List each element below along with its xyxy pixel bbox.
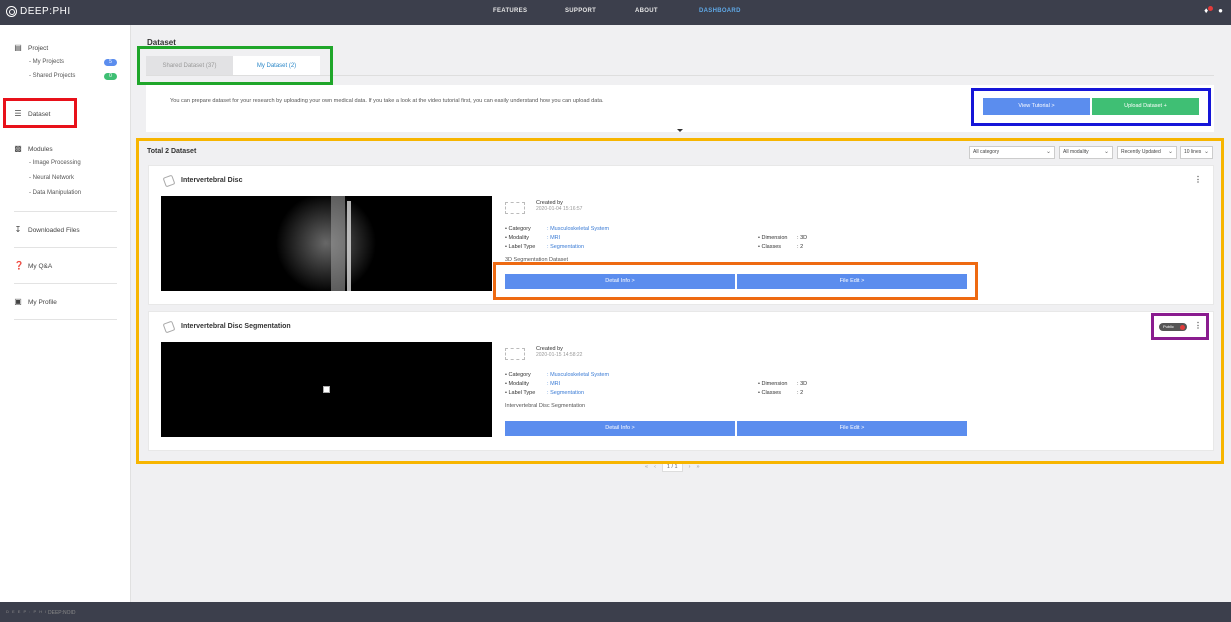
footer-logo: D E E P : P H I (6, 609, 48, 614)
sidebar-item-label: My Profile (28, 298, 57, 306)
sidebar-item-modules[interactable]: ▩ Modules (14, 144, 53, 153)
nav-support[interactable]: SUPPORT (565, 8, 596, 14)
highlight-box-green (137, 46, 333, 85)
next-page-icon[interactable]: › (689, 464, 691, 470)
sidebar-item-project[interactable]: ▤ Project (14, 44, 48, 52)
first-page-icon[interactable]: « (645, 464, 648, 470)
footer-label: DEEP:NOID (48, 610, 76, 616)
sidebar-item-label: Modules (28, 145, 53, 153)
collapse-caret-icon[interactable] (677, 129, 683, 132)
clipboard-icon: ▤ (14, 43, 22, 52)
sidebar-item-label: Downloaded Files (28, 226, 80, 234)
info-text: You can prepare dataset for your researc… (170, 98, 604, 104)
bell-icon[interactable]: ♦ (1204, 6, 1214, 15)
top-navigation-bar: DEEP:PHI FEATURES SUPPORT ABOUT DASHBOAR… (0, 0, 1231, 25)
last-page-icon[interactable]: » (696, 464, 699, 470)
logo-icon (6, 6, 17, 17)
nav-features[interactable]: FEATURES (493, 8, 527, 14)
sidebar-item-my-projects[interactable]: - My Projects (29, 59, 64, 65)
sidebar-item-image-processing[interactable]: - Image Processing (29, 160, 81, 166)
logo-text: DEEP:PHI (20, 6, 71, 17)
sidebar-item-label: My Q&A (28, 262, 53, 270)
footer: D E E P : P H I DEEP:NOID (0, 602, 1231, 622)
sidebar-item-shared-projects[interactable]: - Shared Projects (29, 73, 75, 79)
sidebar-item-label: Project (28, 44, 49, 52)
sidebar-item-neural-network[interactable]: - Neural Network (29, 175, 74, 181)
user-icon[interactable]: ● (1218, 7, 1223, 15)
id-card-icon: ▣ (14, 297, 22, 306)
sidebar-item-data-manipulation[interactable]: - Data Manipulation (29, 190, 81, 196)
count-badge: 5 (104, 59, 117, 66)
question-icon: ❓ (14, 261, 24, 270)
divider (14, 247, 117, 248)
nav-dashboard[interactable]: DASHBOARD (699, 8, 741, 14)
highlight-box-blue (971, 88, 1211, 126)
divider (14, 319, 117, 320)
sidebar-item-downloaded-files[interactable]: ↧ Downloaded Files (14, 226, 80, 234)
nav-about[interactable]: ABOUT (635, 8, 658, 14)
notification-dot (1208, 6, 1214, 11)
count-badge: 0 (104, 73, 117, 80)
highlight-box-red (3, 98, 77, 128)
sidebar-item-my-profile[interactable]: ▣ My Profile (14, 298, 57, 306)
deephi-logo[interactable]: DEEP:PHI (6, 6, 71, 17)
highlight-box-orange (493, 262, 978, 300)
highlight-box-purple (1151, 313, 1209, 340)
sidebar-item-my-qa[interactable]: ❓ My Q&A (14, 262, 52, 270)
highlight-box-yellow (136, 138, 1224, 464)
prev-page-icon[interactable]: ‹ (654, 464, 656, 470)
divider (14, 283, 117, 284)
cubes-icon: ▩ (14, 144, 22, 153)
divider (14, 211, 117, 212)
download-icon: ↧ (14, 225, 22, 234)
